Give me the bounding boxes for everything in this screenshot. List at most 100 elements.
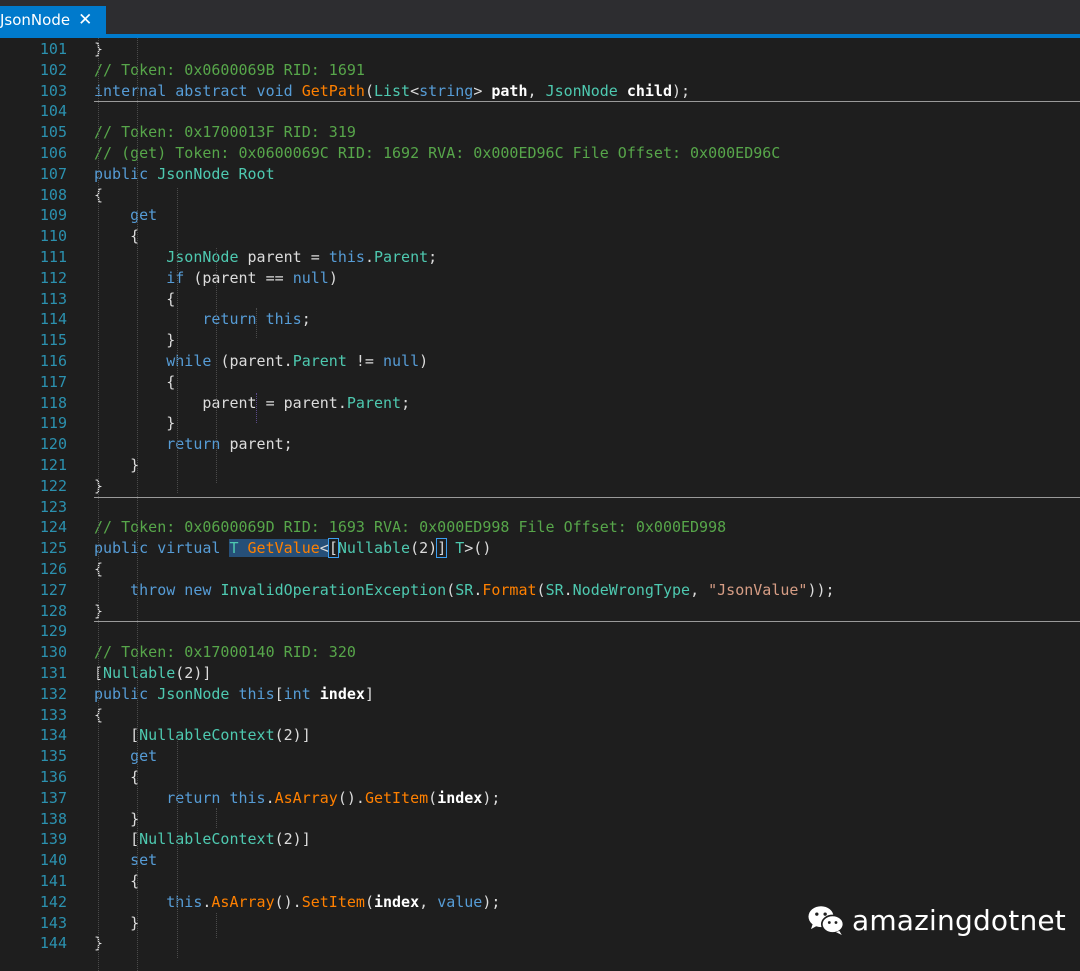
code-text: get — [94, 206, 157, 224]
method-separator — [94, 496, 1080, 498]
indent-guide — [137, 38, 138, 971]
code-token: parent = parent. — [94, 393, 347, 412]
code-token: throw new — [130, 580, 221, 599]
line-number: 142 — [39, 892, 67, 911]
code-token: (2)] — [274, 830, 311, 849]
watermark-text: amazingdotnet — [851, 903, 1066, 937]
code-token: { — [94, 372, 176, 391]
method-separator — [94, 621, 1080, 623]
code-token: } — [94, 809, 140, 828]
line-number: 118 — [39, 393, 67, 412]
code-text: } — [94, 456, 139, 474]
close-icon[interactable]: ✕ — [78, 11, 92, 29]
line-number: 102 — [39, 60, 67, 79]
code-token: InvalidOperationException — [220, 580, 447, 599]
code-text: return this; — [94, 310, 310, 328]
code-token: AsArray — [274, 788, 338, 807]
code-text: // Token: 0x17000140 RID: 320 — [94, 643, 356, 661]
code-token: return — [166, 435, 230, 454]
line-number: 133 — [39, 705, 67, 724]
code-token: GetPath — [301, 81, 365, 100]
code-token: ( — [428, 788, 438, 807]
code-token: Format — [482, 580, 537, 599]
code-token: public — [94, 684, 158, 703]
tab-title: JsonNode — [0, 11, 71, 29]
code-token: this — [238, 684, 275, 703]
line-number: 115 — [39, 331, 67, 350]
code-text: { — [94, 373, 175, 391]
code-token: ( — [364, 81, 374, 100]
code-token: , — [419, 892, 438, 911]
code-token: (). — [337, 788, 365, 807]
code-token: } — [94, 331, 176, 350]
code-token: // Token: 0x0600069D RID: 1693 RVA: 0x00… — [94, 518, 727, 537]
code-token: // Token: 0x1700013F RID: 319 — [94, 123, 356, 142]
code-token: this — [328, 248, 365, 266]
code-text: public JsonNode this[int index] — [94, 685, 374, 703]
code-text: // Token: 0x1700013F RID: 319 — [94, 123, 356, 141]
code-text: throw new InvalidOperationException(SR.F… — [94, 580, 834, 599]
indent-guide — [216, 808, 217, 828]
code-token: ); — [672, 81, 691, 100]
line-number: 130 — [39, 643, 67, 662]
code-token: internal abstract void — [94, 81, 302, 100]
code-token: set — [94, 851, 158, 870]
code-text: parent = parent.Parent; — [94, 394, 410, 412]
code-token: Nullable — [103, 664, 176, 682]
code-text: public JsonNode Root — [94, 165, 275, 183]
code-token: get — [94, 747, 158, 766]
code-token: { — [94, 227, 140, 246]
code-token: SR — [455, 580, 474, 599]
line-number: 132 — [39, 684, 67, 703]
code-token: // Token: 0x17000140 RID: 320 — [94, 643, 356, 662]
line-number: 120 — [39, 435, 67, 454]
code-token: NullableContext — [139, 726, 275, 745]
indent-guide — [256, 308, 257, 338]
code-text: [Nullable(2)] — [94, 664, 211, 682]
code-token: return this — [166, 788, 266, 807]
code-token: string — [419, 81, 474, 100]
code-token: GetValue — [247, 539, 320, 558]
code-token: ; — [428, 248, 438, 266]
line-number: 121 — [39, 456, 67, 474]
line-number: 135 — [39, 747, 67, 766]
code-token: index — [373, 892, 420, 911]
line-number: 112 — [39, 268, 67, 287]
code-token: , — [527, 81, 546, 100]
code-editor[interactable]: 101} 102 // Token: 0x0600069B RID: 1691 103… — [0, 38, 1080, 971]
code-text: // (get) Token: 0x0600069C RID: 1692 RVA… — [94, 144, 780, 162]
code-token: (). — [274, 892, 302, 911]
code-token: JsonNode — [157, 164, 239, 183]
line-number: 116 — [39, 352, 67, 370]
code-token: // (get) Token: 0x0600069C RID: 1692 RVA… — [94, 144, 781, 162]
code-token: ( — [536, 580, 546, 599]
code-token: while — [166, 352, 221, 370]
code-token: (parent. — [220, 352, 293, 370]
code-token: { — [94, 872, 140, 890]
code-token: path — [491, 81, 528, 100]
line-number: 114 — [39, 310, 67, 329]
code-token: AsArray — [211, 892, 275, 911]
tab-jsonnode[interactable]: JsonNode ✕ — [0, 6, 106, 34]
code-token: . — [364, 248, 374, 266]
code-token: null — [292, 268, 329, 287]
line-number: 106 — [39, 144, 67, 162]
line-number: 127 — [39, 580, 67, 599]
wechat-icon — [808, 906, 845, 935]
code-token: Parent — [346, 393, 402, 412]
code-token: (parent == — [193, 268, 293, 287]
code-token: ( — [446, 580, 456, 599]
code-token: < — [319, 539, 329, 558]
code-token: != — [346, 352, 383, 370]
code-text: } — [94, 414, 175, 432]
code-token: child — [626, 81, 672, 100]
code-token: SR — [545, 580, 564, 599]
code-text: { — [94, 290, 175, 308]
code-token: SetItem — [301, 892, 365, 911]
code-token: [ — [327, 538, 339, 559]
